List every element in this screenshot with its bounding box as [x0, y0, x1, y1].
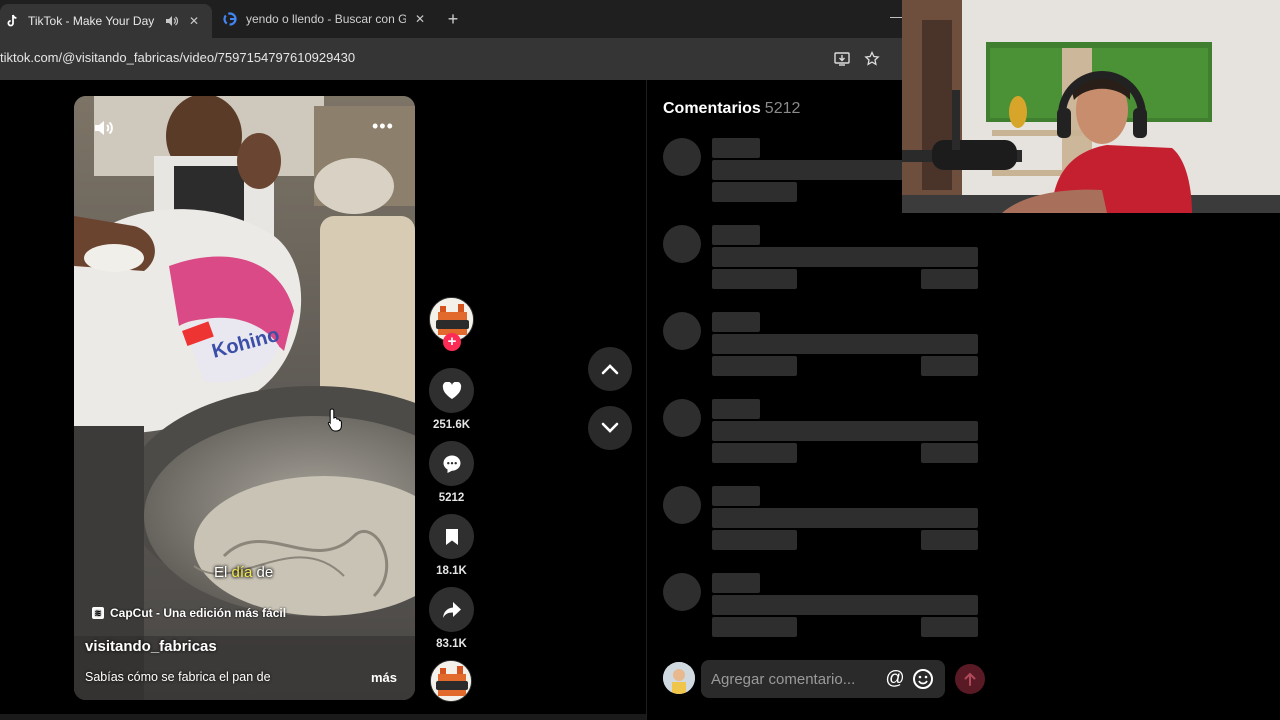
- visitando-fabricas-logo: [431, 661, 471, 701]
- creator-avatar-sound[interactable]: [430, 660, 472, 702]
- install-app-icon[interactable]: [832, 49, 852, 69]
- bookmark-star-icon[interactable]: [862, 49, 882, 69]
- comments-header: Comentarios 5212: [663, 100, 800, 118]
- url-field[interactable]: tiktok.com/@visitando_fabricas/video/759…: [0, 50, 355, 65]
- comment-skeleton: [663, 399, 983, 471]
- subtitle-prefix: El: [214, 564, 232, 581]
- share-count: 83.1K: [436, 638, 467, 650]
- tab-tiktok[interactable]: TikTok - Make Your Day ✕: [0, 4, 212, 38]
- chevron-up-icon: [601, 364, 619, 375]
- mention-button[interactable]: @: [883, 667, 907, 691]
- emoji-icon[interactable]: [911, 667, 935, 691]
- tab-title: yendo o llendo - Buscar con Go: [246, 12, 406, 26]
- new-tab-button[interactable]: +: [442, 8, 464, 30]
- capcut-icon: ≋: [92, 607, 104, 619]
- streamer-camera-feed: [902, 0, 1280, 213]
- tiktok-icon: [4, 13, 20, 29]
- address-bar: tiktok.com/@visitando_fabricas/video/759…: [0, 38, 902, 80]
- webcam-overlay: [902, 0, 1280, 213]
- video-author[interactable]: visitando_fabricas: [85, 638, 217, 655]
- like-button[interactable]: [429, 368, 474, 413]
- more-link[interactable]: más: [371, 670, 397, 685]
- comment-input[interactable]: [711, 668, 877, 690]
- subtitle-highlight: día: [231, 564, 253, 581]
- video-subtitle: El día de: [214, 564, 273, 581]
- capcut-link[interactable]: ≋ CapCut - Una edición más fácil: [92, 606, 286, 620]
- comments-count: 5212: [764, 100, 801, 117]
- comment-count: 5212: [438, 492, 465, 504]
- comment-skeleton: [663, 225, 983, 297]
- previous-video-button[interactable]: [588, 347, 632, 391]
- video-description: Sabías cómo se fabrica el pan de: [85, 670, 271, 684]
- comment-skeleton: [663, 573, 983, 645]
- comment-button[interactable]: [429, 441, 474, 486]
- comments-title: Comentarios: [663, 100, 761, 117]
- capcut-label: CapCut - Una edición más fácil: [110, 606, 287, 620]
- volume-icon[interactable]: [92, 116, 116, 140]
- comment-skeleton: [663, 486, 983, 558]
- tab-google[interactable]: yendo o llendo - Buscar con Go ✕: [218, 4, 438, 34]
- user-avatar[interactable]: [663, 662, 695, 694]
- mouse-cursor-icon: [327, 408, 342, 432]
- speaker-icon[interactable]: [164, 13, 180, 29]
- comment-composer: @: [663, 660, 993, 700]
- comment-skeleton: [663, 312, 983, 384]
- subtitle-suffix: de: [252, 564, 274, 581]
- video-player[interactable]: Kohino ••• El día de ≋ CapCut - Una edic…: [74, 96, 415, 700]
- save-button[interactable]: [429, 514, 474, 559]
- comment-bubble-icon: [443, 455, 460, 473]
- close-tab-icon[interactable]: ✕: [186, 13, 202, 29]
- save-count: 18.1K: [436, 565, 467, 577]
- close-tab-icon[interactable]: ✕: [412, 11, 428, 27]
- bookmark-icon: [445, 528, 458, 545]
- follow-button[interactable]: +: [443, 333, 461, 351]
- google-icon: [222, 11, 238, 27]
- browser-tab-bar: TikTok - Make Your Day ✕ yendo o llendo …: [0, 0, 904, 38]
- chevron-down-icon: [601, 422, 619, 433]
- minimize-icon[interactable]: —: [890, 8, 904, 24]
- bottom-divider: [0, 714, 646, 720]
- share-arrow-icon: [442, 601, 461, 618]
- arrow-up-icon: [964, 672, 976, 686]
- heart-icon: [442, 381, 461, 399]
- tab-title: TikTok - Make Your Day: [28, 14, 155, 28]
- share-button[interactable]: [429, 587, 474, 632]
- like-count: 251.6K: [432, 419, 471, 431]
- comment-box: @: [701, 660, 945, 698]
- video-options-icon[interactable]: •••: [372, 116, 394, 137]
- send-comment-button[interactable]: [955, 664, 985, 694]
- next-video-button[interactable]: [588, 406, 632, 450]
